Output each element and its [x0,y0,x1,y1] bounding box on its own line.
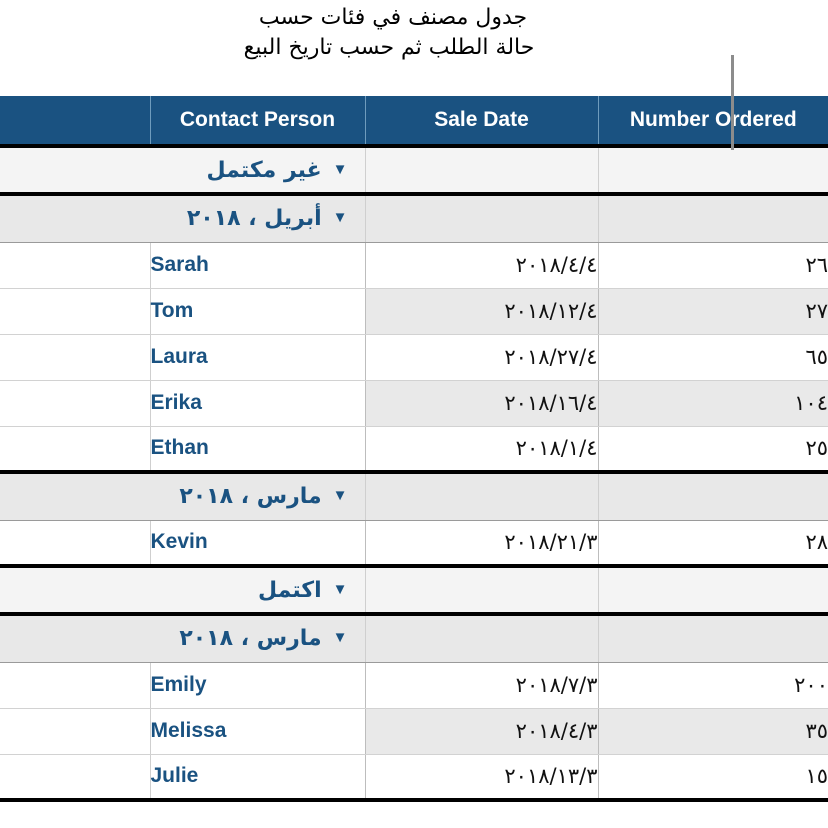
cell-sale-date[interactable]: ٢٠١٨/١٦/٤ [364,380,598,427]
cell-sale-date[interactable]: ٢٠١٨/٤/٣ [364,708,598,755]
cell-number-ordered[interactable]: ٦٥ [597,334,828,381]
cell-sale-date[interactable]: ٢٠١٨/٤/٤ [364,242,598,289]
group-cell-sale-date [364,472,598,521]
callout-leader-line [731,55,734,150]
cell-number-ordered[interactable]: ٢٥ [597,426,828,474]
cell-number-ordered[interactable]: ١٠٤ [597,380,828,427]
cell-sale-date[interactable]: ٢٠١٨/٢٧/٤ [364,334,598,381]
table-row[interactable]: ٣٥ ٢٠١٨/٤/٣ Melissa [0,708,828,755]
disclosure-triangle-icon[interactable]: ▼ [333,162,348,177]
cell-number-ordered[interactable]: ٢٠٠ [597,662,828,709]
group-cell-number-ordered [597,146,828,196]
group-label-wrapper: ▼ مارس ، ٢٠١٨ [0,474,365,520]
cell-number-ordered[interactable]: ٣٥ [597,708,828,755]
group-header-row-level-2[interactable]: ▼ مارس ، ٢٠١٨ [0,472,828,521]
disclosure-triangle-icon[interactable]: ▼ [333,582,348,597]
cell-spacer[interactable] [0,708,150,755]
group-cell-number-ordered [597,194,828,243]
header-row: Number Ordered Sale Date Contact Person [0,96,828,148]
table-row[interactable]: ٢٠٠ ٢٠١٨/٧/٣ Emily [0,662,828,709]
group-cell-number-ordered [597,614,828,663]
group-label-text: مارس ، ٢٠١٨ [179,626,322,652]
caption-line-1: جدول مصنف في فئات حسب [258,5,528,30]
cell-contact-person[interactable]: Julie [149,754,365,802]
group-label-text: اكتمل [257,577,322,603]
group-cell-number-ordered [597,566,828,616]
group-label-wrapper: ▼ أبريل ، ٢٠١٨ [0,196,365,242]
group-label-cell[interactable]: ▼ أبريل ، ٢٠١٨ [0,194,365,243]
cell-spacer[interactable] [0,754,150,802]
group-cell-sale-date [364,614,598,663]
cell-number-ordered[interactable]: ٢٦ [597,242,828,289]
group-header-row-level-1[interactable]: ▼ اكتمل [0,566,828,616]
group-label-text: مارس ، ٢٠١٨ [179,484,322,510]
cell-spacer[interactable] [0,242,150,289]
group-label-text: غير مكتمل [206,157,322,183]
group-label-cell[interactable]: ▼ مارس ، ٢٠١٨ [0,614,365,663]
table-header: Number Ordered Sale Date Contact Person [0,96,828,148]
table-body: ▼ غير مكتمل ▼ أبريل ، ٢٠١٨ ٢٦ ٢٠١٨/٤/٤ Sarah ٢٧… [0,146,828,802]
group-cell-number-ordered [597,472,828,521]
cell-contact-person[interactable]: Laura [149,334,365,381]
cell-number-ordered[interactable]: ٢٨ [597,520,828,568]
cell-sale-date[interactable]: ٢٠١٨/١٣/٣ [364,754,598,802]
group-header-row-level-2[interactable]: ▼ أبريل ، ٢٠١٨ [0,194,828,243]
cell-contact-person[interactable]: Melissa [149,708,365,755]
disclosure-triangle-icon[interactable]: ▼ [333,630,348,645]
group-label-wrapper: ▼ اكتمل [0,568,365,612]
table-row[interactable]: ٢٥ ٢٠١٨/١/٤ Ethan [0,426,828,474]
column-header-sale-date[interactable]: Sale Date [364,96,599,148]
cell-spacer[interactable] [0,288,150,335]
cell-sale-date[interactable]: ٢٠١٨/٢١/٣ [364,520,598,568]
cell-sale-date[interactable]: ٢٠١٨/٧/٣ [364,662,598,709]
categorized-table: Number Ordered Sale Date Contact Person … [0,96,828,802]
cell-contact-person[interactable]: Sarah [149,242,365,289]
group-label-wrapper: ▼ غير مكتمل [0,148,365,192]
cell-contact-person[interactable]: Erika [149,380,365,427]
cell-number-ordered[interactable]: ١٥ [597,754,828,802]
group-cell-sale-date [364,566,598,616]
group-label-cell[interactable]: ▼ غير مكتمل [0,146,365,196]
column-header-number-ordered[interactable]: Number Ordered [597,96,828,148]
column-header-contact-person[interactable]: Contact Person [149,96,366,148]
table-row[interactable]: ١٠٤ ٢٠١٨/١٦/٤ Erika [0,380,828,427]
cell-spacer[interactable] [0,334,150,381]
disclosure-triangle-icon[interactable]: ▼ [333,210,348,225]
group-label-cell[interactable]: ▼ مارس ، ٢٠١٨ [0,472,365,521]
table-row[interactable]: ٦٥ ٢٠١٨/٢٧/٤ Laura [0,334,828,381]
group-header-row-level-2[interactable]: ▼ مارس ، ٢٠١٨ [0,614,828,663]
cell-contact-person[interactable]: Emily [149,662,365,709]
table-row[interactable]: ٢٨ ٢٠١٨/٢١/٣ Kevin [0,520,828,568]
cell-contact-person[interactable]: Ethan [149,426,365,474]
group-label-cell[interactable]: ▼ اكتمل [0,566,365,616]
caption-line-2: حالة الطلب ثم حسب تاريخ البيع [243,35,535,60]
group-label-wrapper: ▼ مارس ، ٢٠١٨ [0,616,365,662]
caption-block: جدول مصنف في فئات حسب حالة الطلب ثم حسب … [0,0,828,96]
group-cell-sale-date [364,146,598,196]
cell-spacer[interactable] [0,520,150,568]
cell-sale-date[interactable]: ٢٠١٨/١٢/٤ [364,288,598,335]
group-header-row-level-1[interactable]: ▼ غير مكتمل [0,146,828,196]
column-header-spacer[interactable] [0,96,151,148]
cell-contact-person[interactable]: Tom [149,288,365,335]
disclosure-triangle-icon[interactable]: ▼ [333,488,348,503]
cell-sale-date[interactable]: ٢٠١٨/١/٤ [364,426,598,474]
cell-contact-person[interactable]: Kevin [149,520,365,568]
cell-spacer[interactable] [0,426,150,474]
group-label-text: أبريل ، ٢٠١٨ [186,206,322,232]
cell-spacer[interactable] [0,662,150,709]
cell-number-ordered[interactable]: ٢٧ [597,288,828,335]
table-row[interactable]: ١٥ ٢٠١٨/١٣/٣ Julie [0,754,828,802]
cell-spacer[interactable] [0,380,150,427]
table-row[interactable]: ٢٦ ٢٠١٨/٤/٤ Sarah [0,242,828,289]
group-cell-sale-date [364,194,598,243]
table-row[interactable]: ٢٧ ٢٠١٨/١٢/٤ Tom [0,288,828,335]
